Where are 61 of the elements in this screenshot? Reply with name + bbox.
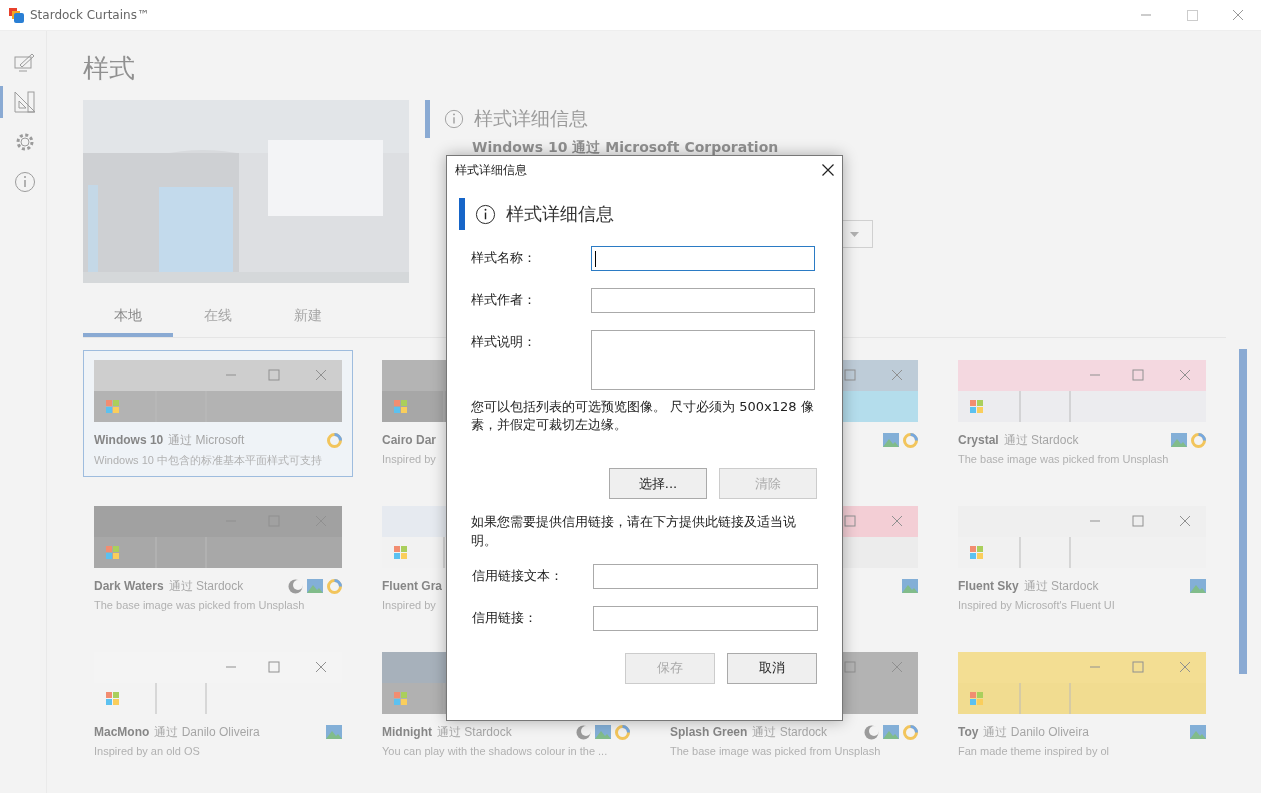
details-heading: 样式详细信息 xyxy=(474,106,588,131)
theme-author: 通过 Stardock xyxy=(752,723,828,741)
field-label: 信用链接文本： xyxy=(472,566,564,585)
theme-card[interactable]: Windows 10 通过 Microsoft Windows 10 中包含的标准基本平面样式可支持 xyxy=(83,350,353,477)
tab[interactable]: 在线 xyxy=(173,305,263,337)
theme-description: Inspired by xyxy=(382,453,436,465)
theme-author: 通过 Stardock xyxy=(1023,577,1099,595)
caret-icon xyxy=(849,231,859,237)
theme-name: MacMono xyxy=(94,725,150,739)
theme-author: 通过 Microsoft xyxy=(168,431,245,449)
info-icon xyxy=(13,171,36,193)
theme-description: The base image was picked from Unsplash xyxy=(958,453,1169,465)
theme-description: You can play with the shadows colour in the ... xyxy=(382,745,608,757)
scrollbar[interactable] xyxy=(1239,349,1247,674)
theme-author: 通过 Stardock xyxy=(1003,431,1079,449)
ruler-triangle-icon xyxy=(13,91,36,113)
tab[interactable]: 新建 xyxy=(263,305,353,337)
theme-name: Cairo Dar xyxy=(382,433,437,447)
cancel-button[interactable]: 取消 xyxy=(727,652,817,684)
theme-author: 通过 Danilo Oliveira xyxy=(154,723,260,741)
theme-name: Splash Green xyxy=(670,725,748,739)
theme-name: Midnight xyxy=(382,725,432,739)
choose-button[interactable]: 选择... xyxy=(609,468,707,500)
theme-description: Fan made theme inspired by ol xyxy=(958,745,1110,757)
theme-description: Windows 10 中包含的标准基本平面样式可支持 xyxy=(94,453,322,468)
theme-name: Dark Waters xyxy=(94,579,164,593)
field-label: 样式说明： xyxy=(471,333,537,351)
credit-note: 如果您需要提供信用链接，请在下方提供此链接及适当说明。 xyxy=(470,513,797,550)
close-icon[interactable] xyxy=(822,164,834,176)
theme-name: Fluent Sky xyxy=(958,579,1019,593)
field-label: 信用链接： xyxy=(472,608,538,627)
theme-description: The base image was picked from Unsplash xyxy=(670,745,881,757)
theme-name: Toy xyxy=(958,725,979,739)
theme-description: Inspired by an old OS xyxy=(94,745,200,757)
window-title: Stardock Curtains™ xyxy=(30,8,149,22)
field-label: 样式作者： xyxy=(471,291,537,309)
dialog-heading: 样式详细信息 xyxy=(506,202,614,226)
theme-author: 通过 Stardock xyxy=(437,723,512,741)
theme-description: Inspired by xyxy=(382,599,436,611)
input-field[interactable] xyxy=(591,288,815,313)
info-icon xyxy=(475,203,496,225)
input-field[interactable] xyxy=(593,563,818,589)
theme-author: 通过 Stardock xyxy=(168,577,244,595)
theme-description: Inspired by Microsoft's Fluent UI xyxy=(958,599,1115,611)
info-icon xyxy=(444,109,464,129)
text-area[interactable] xyxy=(591,330,815,390)
theme-author: 通过 Danilo Oliveira xyxy=(983,723,1089,741)
theme-name: Windows 10 xyxy=(94,433,164,447)
dialog-title: 样式详细信息 xyxy=(455,161,527,179)
input-field[interactable] xyxy=(591,246,815,271)
theme-description: The base image was picked from Unsplash xyxy=(94,599,305,611)
field-label: 样式名称： xyxy=(471,249,537,267)
app-logo-icon xyxy=(9,7,24,23)
monitor-pencil-icon xyxy=(13,52,36,72)
tab[interactable]: 本地 xyxy=(83,305,173,337)
theme-name: Fluent Gra xyxy=(382,579,442,593)
theme-name: Crystal xyxy=(958,433,999,447)
style-byline: Windows 10 通过 Microsoft Corporation xyxy=(472,139,780,157)
page-title: 样式 xyxy=(83,52,135,85)
image-note: 您可以包括列表的可选预览图像。 尺寸必须为 500x128 像素，并假定可裁切左边缘。 xyxy=(470,398,815,435)
input-field[interactable] xyxy=(593,605,818,631)
